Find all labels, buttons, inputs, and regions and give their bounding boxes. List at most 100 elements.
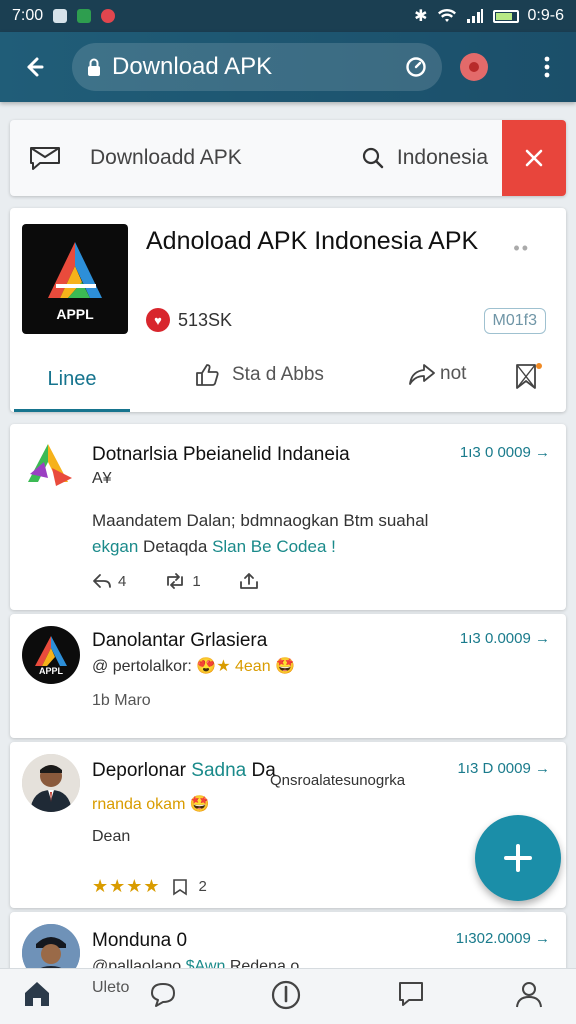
tab-live-label: Linee [47,368,97,390]
post-count: 2 [198,878,207,895]
post-time: 1ı3 0 0009 → [459,444,550,461]
post-body-line-1: Maandatem Dalan; bdmnaogkan Btm suahal [92,511,429,530]
reply-icon [93,574,111,588]
search-bar: Downloadd APK Indonesia [10,120,566,196]
nav-messages[interactable] [396,979,426,1009]
nav-alerts[interactable] [270,979,302,1011]
post-author[interactable]: Danolantar Grlasiera [92,630,267,652]
avatar[interactable] [22,754,80,812]
post-badge: A¥ [92,470,112,487]
retweet-count: 1 [192,572,201,590]
tab-like[interactable]: Sta d Abbs [194,362,324,388]
status-bar: 7:00 ✱ 0:9-6 [0,0,576,32]
avatar[interactable]: APPL [22,626,80,684]
back-arrow-icon [27,57,44,77]
post-author[interactable]: Deporlonar Sadna Da [92,760,276,782]
app-bar: Download APK [0,32,576,102]
reply-button[interactable]: 4 [92,573,126,590]
refresh-icon[interactable] [404,55,428,79]
post-author[interactable]: Monduna 0 [92,930,187,952]
app-logo[interactable]: APPL [22,224,128,334]
chat-bubble-icon [151,983,175,1007]
avatar[interactable] [22,438,80,496]
retweet-icon [167,573,184,589]
nav-profile[interactable] [514,979,544,1009]
post-author-text: Deporlonar [92,760,192,781]
rating-icon: ♥ [146,308,170,332]
post-handle: @ pertolalkor: 😍★ 4ean 🤩 [92,656,295,676]
upload-button[interactable] [239,572,259,590]
app-logo-text: APPL [56,306,94,322]
plus-icon [504,844,532,872]
tab-share[interactable]: not [408,362,466,386]
feed-post[interactable]: Dotnarlsia Pbeianelid Indaneia 1ı3 0 000… [10,424,566,610]
app-logo-mark-icon [48,242,102,298]
post-link[interactable]: Slan Be Codea ! [212,537,336,556]
nav-home[interactable] [22,979,52,1009]
rating-row: ♥ 513SK [146,308,232,332]
feed-post[interactable]: APPL Danolantar Grlasiera 1ı3 0.0009 → @… [10,614,566,738]
bookmark-icon [516,363,542,389]
bookmark-button[interactable] [514,362,542,397]
post-overlay-text: Qnsroalatesunogrka [270,772,406,789]
post-author[interactable]: Dotnarlsia Pbeianelid Indaneia [92,444,350,466]
url-text: Download APK [112,53,273,80]
url-bar[interactable]: Download APK [72,43,442,91]
search-icon[interactable] [361,146,385,170]
message-icon[interactable] [28,144,68,172]
back-button[interactable] [14,47,54,87]
overflow-menu-button[interactable] [532,47,562,87]
post-body-line-2: ekgan Detaqda Slan Be Codea ! [92,534,336,560]
profile-icon [516,982,542,1008]
tab-share-label: not [440,363,467,384]
post-time: 1ı3 0.0009 → [459,630,550,647]
avatar-logo-text: APPL [38,666,63,676]
wifi-icon [437,8,456,22]
search-label: Downloadd APK [90,146,242,169]
post-handle-text[interactable]: @ pertolalkor: [92,658,196,675]
app-card-menu-button[interactable]: •• [513,238,530,259]
extension-badge[interactable] [460,53,488,81]
extension-icon [469,62,479,72]
tab-live[interactable]: Linee [14,350,130,412]
status-clock: 0:9-6 [527,7,564,24]
search-input[interactable]: Indonesia [397,146,488,170]
post-meta: 1b Maro [92,692,151,709]
close-icon [525,149,543,167]
post-hashtag[interactable]: ekgan [92,537,138,556]
share-icon [409,364,435,385]
install-tag[interactable]: M01f3 [483,308,546,334]
post-actions: 4 1 [92,572,259,590]
post-handle-emoji: 😍★ 4ean 🤩 [196,658,295,675]
install-tag-label: M01f3 [492,312,537,329]
post-line-1-text: rnanda okam [92,796,186,813]
post-author-teal: Sadna [191,760,247,781]
nav-chat[interactable] [148,979,178,1009]
bluetooth-icon: ✱ [414,8,428,25]
alert-icon [101,9,116,23]
post-rating: ★★★★ 2 [92,876,207,897]
post-time: 1ı302.0009 → [455,930,550,947]
signal-icon [466,9,483,23]
tab-bar: Linee Sta d Abbs not [10,350,566,412]
retweet-button[interactable]: 1 [164,572,201,590]
nav-label: Uleto [92,979,130,996]
status-time: 7:00 [12,7,44,24]
message-square-icon [399,982,423,1006]
close-search-button[interactable] [502,120,566,196]
reply-count: 4 [118,572,127,590]
post-line-1: rnanda okam 🤩 [92,794,210,814]
bookmark-outline-icon[interactable] [171,878,189,896]
rating-count: 513SK [178,309,233,330]
compose-fab-button[interactable] [475,815,561,901]
lock-icon [86,57,108,77]
tab-like-label: Sta d Abbs [232,364,324,385]
upload-icon [239,573,258,589]
notification-icon [53,9,68,23]
avatar-logo-icon [28,444,72,486]
home-icon [25,982,49,1006]
sheet-app-icon [77,9,92,23]
person-avatar-icon [22,754,80,812]
post-body-text: Detaqda [138,537,213,556]
bottom-nav: Uleto [0,968,576,1024]
